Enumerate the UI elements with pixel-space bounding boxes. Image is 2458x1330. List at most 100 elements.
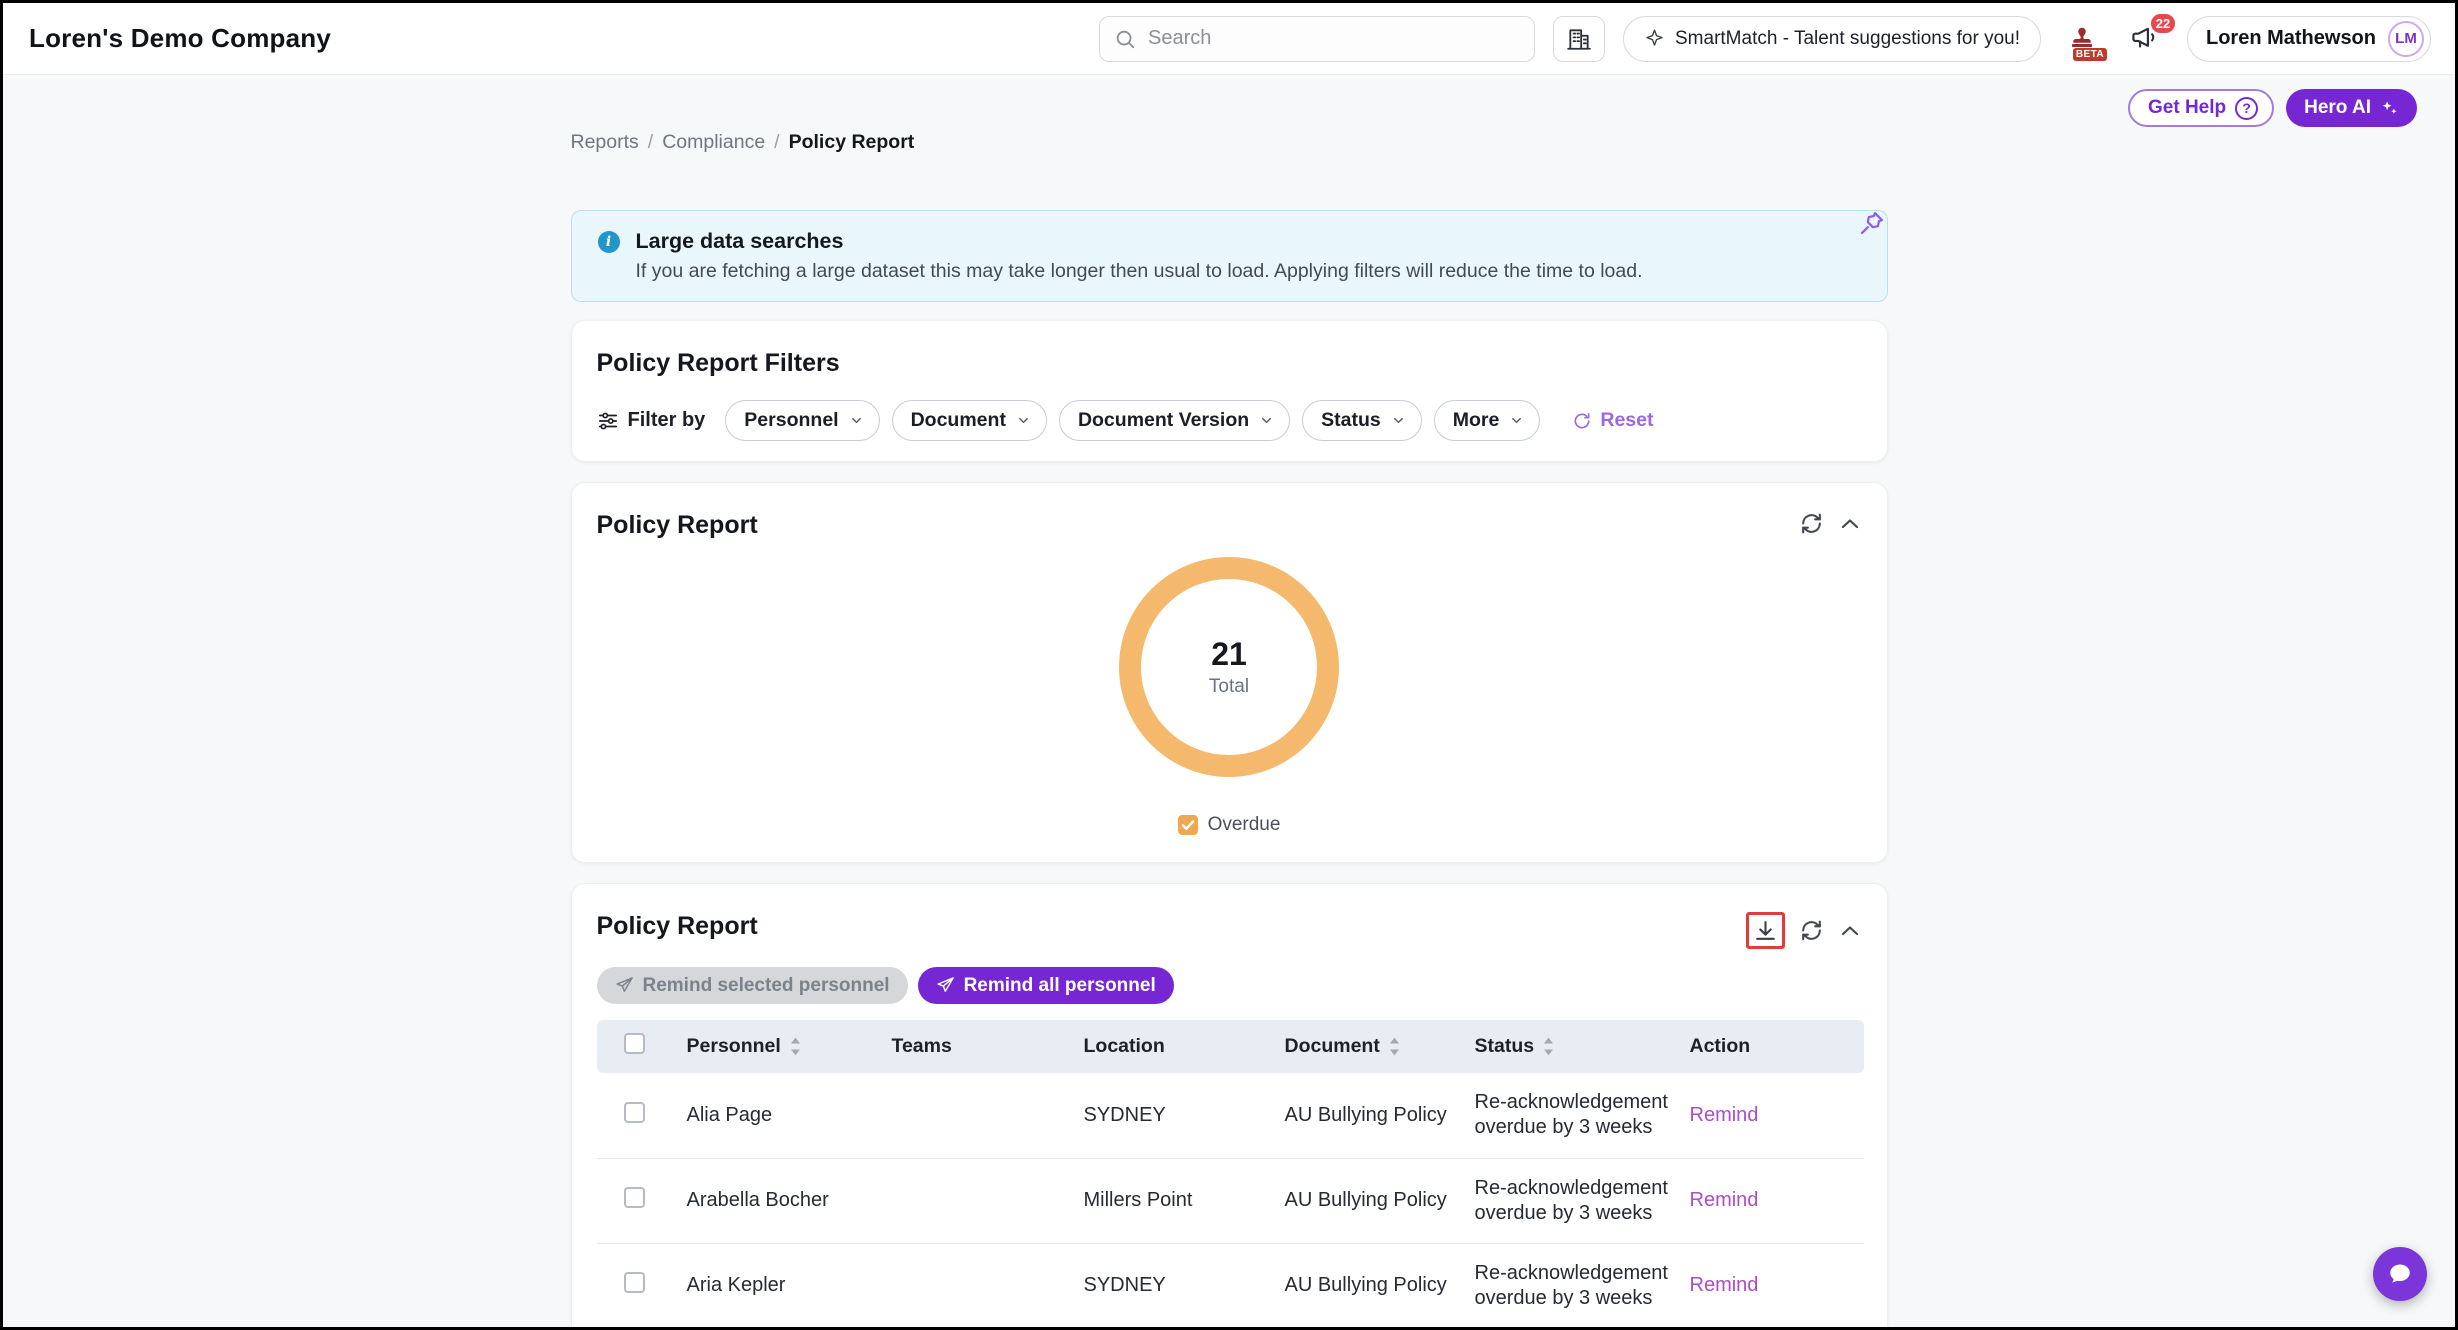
cell-document: AU Bullying Policy: [1285, 1274, 1447, 1296]
breadcrumb-compliance[interactable]: Compliance: [662, 131, 765, 154]
info-banner: i Large data searches If you are fetchin…: [571, 210, 1888, 302]
quick-actions: Get Help ? Hero AI: [2128, 89, 2417, 127]
main-content: Reports / Compliance / Policy Report i L…: [571, 131, 1888, 1330]
cell-personnel: Arabella Bocher: [687, 1189, 829, 1211]
beta-stamp-button[interactable]: BETA: [2059, 16, 2105, 62]
column-status: Status: [1475, 1035, 1535, 1058]
breadcrumb-separator: /: [648, 131, 653, 154]
send-icon: [936, 976, 955, 995]
avatar: LM: [2388, 21, 2424, 57]
company-name: Loren's Demo Company: [29, 23, 331, 54]
select-all-checkbox[interactable]: [624, 1033, 645, 1054]
filters-title: Policy Report Filters: [597, 349, 1862, 378]
chart-card-actions: [1799, 511, 1862, 536]
cell-personnel: Alia Page: [687, 1104, 773, 1126]
filter-status[interactable]: Status: [1302, 400, 1422, 441]
cell-location: SYDNEY: [1084, 1274, 1166, 1296]
search-icon: [1114, 28, 1136, 50]
refresh-button[interactable]: [1799, 511, 1824, 536]
breadcrumb-separator: /: [774, 131, 779, 154]
filter-personnel[interactable]: Personnel: [725, 400, 879, 441]
collapse-button[interactable]: [1838, 512, 1862, 536]
app-header: Loren's Demo Company SmartMatch - Talent…: [3, 3, 2455, 75]
column-document: Document: [1285, 1035, 1380, 1058]
pin-icon[interactable]: [1856, 207, 1888, 242]
filter-document-version[interactable]: Document Version: [1059, 400, 1290, 441]
reset-icon: [1572, 411, 1592, 431]
remind-all-button[interactable]: Remind all personnel: [918, 967, 1174, 1004]
column-action: Action: [1690, 1035, 1751, 1058]
chevron-down-icon: [1259, 413, 1274, 428]
search-input[interactable]: [1146, 26, 1520, 51]
row-checkbox[interactable]: [624, 1272, 645, 1293]
reset-filters-button[interactable]: Reset: [1566, 408, 1659, 433]
column-personnel: Personnel: [687, 1035, 781, 1058]
row-checkbox[interactable]: [624, 1102, 645, 1123]
filter-by-label-group: Filter by: [597, 409, 706, 432]
download-button[interactable]: [1753, 918, 1778, 943]
sort-icon[interactable]: [1388, 1037, 1401, 1056]
question-icon: ?: [2235, 97, 2258, 120]
cell-personnel: Aria Kepler: [687, 1274, 786, 1296]
remind-buttons: Remind selected personnel Remind all per…: [597, 967, 1862, 1004]
row-checkbox[interactable]: [624, 1187, 645, 1208]
cell-location: SYDNEY: [1084, 1104, 1166, 1126]
refresh-button[interactable]: [1799, 918, 1824, 943]
filter-more[interactable]: More: [1434, 400, 1541, 441]
filter-document-label: Document: [911, 409, 1006, 432]
collapse-button[interactable]: [1838, 919, 1862, 943]
sort-icon[interactable]: [1542, 1037, 1555, 1056]
chat-launcher-button[interactable]: [2373, 1247, 2427, 1301]
download-highlight: [1746, 912, 1785, 949]
table-header-row: Personnel Teams Location Document Status…: [597, 1020, 1864, 1073]
cell-status: Re-acknowledgement overdue by 3 weeks: [1475, 1177, 1668, 1224]
remind-link[interactable]: Remind: [1690, 1104, 1759, 1126]
info-icon: i: [598, 231, 620, 253]
remind-link[interactable]: Remind: [1690, 1189, 1759, 1211]
chevron-up-icon: [1838, 512, 1862, 536]
remind-selected-button[interactable]: Remind selected personnel: [597, 967, 908, 1004]
donut-center: 21 Total: [1114, 552, 1344, 782]
legend-overdue-swatch[interactable]: [1178, 815, 1198, 835]
smartmatch-button[interactable]: SmartMatch - Talent suggestions for you!: [1623, 16, 2041, 62]
notification-count-badge: 22: [2149, 12, 2177, 35]
user-menu[interactable]: Loren Mathewson LM: [2187, 16, 2431, 62]
get-help-label: Get Help: [2148, 97, 2226, 119]
legend-overdue-label: Overdue: [1208, 814, 1281, 836]
cell-document: AU Bullying Policy: [1285, 1189, 1447, 1211]
cell-status: Re-acknowledgement overdue by 3 weeks: [1475, 1262, 1668, 1309]
cell-location: Millers Point: [1084, 1189, 1193, 1211]
filter-by-label: Filter by: [628, 409, 706, 432]
chevron-down-icon: [1016, 413, 1031, 428]
send-icon: [615, 976, 634, 995]
smartmatch-label: SmartMatch - Talent suggestions for you!: [1675, 28, 2020, 50]
filter-status-label: Status: [1321, 409, 1381, 432]
download-icon: [1753, 918, 1778, 943]
breadcrumb: Reports / Compliance / Policy Report: [571, 131, 1888, 154]
banner-body: If you are fetching a large dataset this…: [636, 260, 1643, 283]
column-teams: Teams: [892, 1035, 952, 1058]
cell-status: Re-acknowledgement overdue by 3 weeks: [1475, 1091, 1668, 1138]
donut-total-value: 21: [1211, 636, 1247, 673]
sort-icon[interactable]: [789, 1037, 802, 1056]
filters-row: Filter by Personnel Document Document Ve…: [597, 400, 1862, 441]
chart-card-header: Policy Report: [597, 511, 1862, 540]
table-row: Arabella Bocher Millers Point AU Bullyin…: [597, 1158, 1864, 1243]
donut-chart: 21 Total: [597, 552, 1862, 782]
table-row: Alia Page SYDNEY AU Bullying Policy Re-a…: [597, 1073, 1864, 1158]
building-icon: [1566, 26, 1592, 52]
search-box[interactable]: [1099, 16, 1535, 62]
banner-title: Large data searches: [636, 229, 1643, 254]
sliders-icon: [597, 410, 619, 432]
refresh-icon: [1799, 918, 1824, 943]
remind-link[interactable]: Remind: [1690, 1274, 1759, 1296]
hero-ai-button[interactable]: Hero AI: [2286, 89, 2417, 127]
filter-document[interactable]: Document: [892, 400, 1047, 441]
get-help-button[interactable]: Get Help ?: [2128, 89, 2274, 127]
org-switcher-button[interactable]: [1553, 16, 1605, 62]
chart-card-title: Policy Report: [597, 511, 758, 540]
notifications-button[interactable]: 22: [2123, 16, 2169, 62]
legend-swatch-icon: [1178, 815, 1198, 835]
breadcrumb-reports[interactable]: Reports: [571, 131, 639, 154]
sparkles-icon: [2380, 99, 2399, 118]
